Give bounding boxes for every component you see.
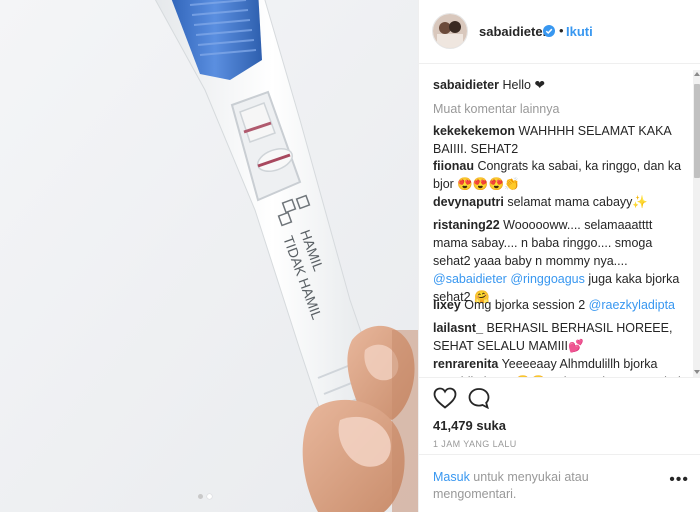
comment-username[interactable]: devynaputri (433, 195, 504, 209)
carousel-dots (198, 494, 212, 499)
comment-username[interactable]: lailasnt_ (433, 321, 483, 335)
post-timestamp[interactable]: 1 JAM YANG LALU (433, 439, 517, 449)
comment: ristaning22 Woooooww.... selamaaatttt ma… (433, 216, 683, 306)
carousel-dot-active[interactable] (207, 494, 212, 499)
load-more-comments-button[interactable]: Muat komentar lainnya (433, 100, 683, 118)
follow-button[interactable]: Ikuti (566, 24, 593, 39)
comment: kekekekemon WAHHHH SELAMAT KAKA BAIIII. … (433, 122, 683, 158)
comment-list: sabaidieter Hello ❤ Muat komentar lainny… (419, 64, 700, 377)
login-text: Masuk untuk menyukai atau mengomentari. (433, 469, 643, 503)
scrollbar-thumb[interactable] (694, 84, 700, 178)
comment-mention[interactable]: @sabaidieter (433, 272, 507, 286)
comment: devynaputri selamat mama cabayy✨ (433, 193, 683, 211)
caption-text: Hello ❤ (502, 78, 545, 92)
post-actions: 41,479 suka 1 JAM YANG LALU (419, 377, 700, 449)
comment: fiionau Congrats ka sabai, ka ringgo, da… (433, 157, 683, 193)
login-link[interactable]: Masuk (433, 470, 470, 484)
comment-icon[interactable] (467, 387, 491, 409)
comment: lailasnt_ BERHASIL BERHASIL HOREEE, SEHA… (433, 319, 683, 355)
comment-username[interactable]: kekekekemon (433, 124, 515, 138)
avatar[interactable] (432, 13, 468, 49)
comment: lixey Omg bjorka session 2 @raezkyladipt… (433, 296, 683, 314)
header-username[interactable]: sabaidieter (479, 24, 548, 39)
caption-username[interactable]: sabaidieter (433, 78, 499, 92)
comment-text: Omg bjorka session 2 (464, 298, 586, 312)
comment-mention[interactable]: @ringgoagus (510, 272, 585, 286)
comment-username[interactable]: ristaning22 (433, 218, 500, 232)
scroll-up-arrow-icon[interactable] (694, 71, 700, 77)
caption: sabaidieter Hello ❤ (433, 76, 683, 94)
heart-icon[interactable] (433, 387, 457, 409)
header-dot-separator: • (559, 23, 564, 38)
like-count[interactable]: 41,479 suka (433, 418, 506, 433)
post-photo[interactable]: HAMIL TIDAK HAMIL (0, 0, 418, 512)
comment-text: selamat mama cabayy✨ (507, 195, 648, 209)
pregnancy-test-image: HAMIL TIDAK HAMIL (0, 0, 418, 512)
verified-badge-icon (543, 25, 555, 37)
comment: renrarenita Yeeeeaay Alhmdulillh bjorka … (433, 355, 683, 377)
comment-username[interactable]: lixey (433, 298, 461, 312)
comment-username[interactable]: fiionau (433, 159, 474, 173)
carousel-dot[interactable] (198, 494, 203, 499)
login-prompt: Masuk untuk menyukai atau mengomentari. … (419, 454, 700, 513)
scroll-down-arrow-icon[interactable] (694, 369, 700, 375)
post-panel: sabaidieter • Ikuti sabaidieter Hello ❤ … (418, 0, 700, 512)
comment-mention[interactable]: @raezkyladipta (589, 298, 675, 312)
comment-username[interactable]: renrarenita (433, 357, 498, 371)
post-header: sabaidieter • Ikuti (419, 0, 700, 64)
more-options-icon[interactable]: ••• (669, 472, 689, 488)
